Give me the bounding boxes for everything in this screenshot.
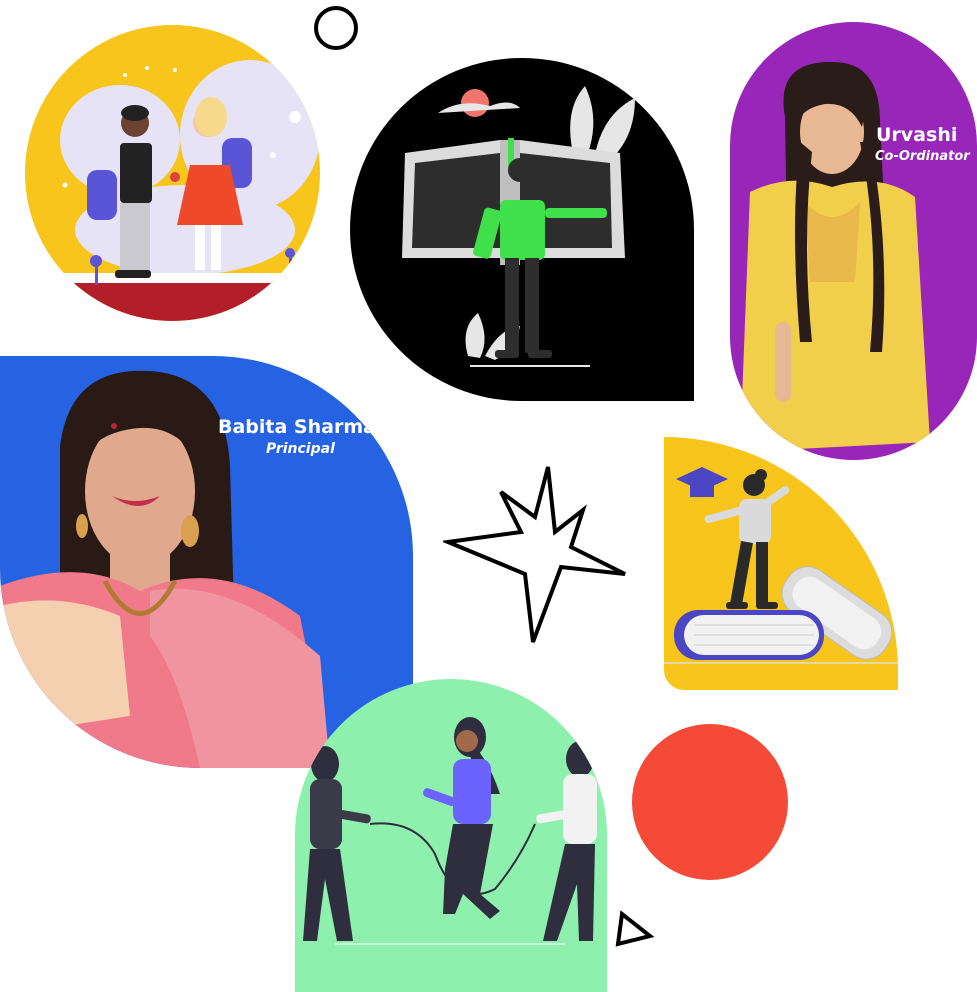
jump-rope-graphic [303,717,597,945]
coordinator-card: Urvashi Co-Ordinator [730,22,977,460]
students-graphic [25,60,320,321]
coordinator-name: Urvashi [876,124,958,146]
red-circle-shape [632,724,788,880]
principal-name: Babita Sharma [218,416,376,438]
reading-illustration [350,58,694,401]
students-illustration [25,25,320,321]
triangle-outline-shape [615,910,655,947]
jump-rope-illustration [295,679,607,992]
graduate-illustration [664,437,898,690]
coordinator-photo [740,61,930,453]
star-outline-shape [443,466,626,643]
coordinator-role: Co-Ordinator [875,149,970,164]
principal-role: Principal [266,441,335,457]
graduate-graphic [664,467,898,664]
reading-graphic [402,86,635,367]
